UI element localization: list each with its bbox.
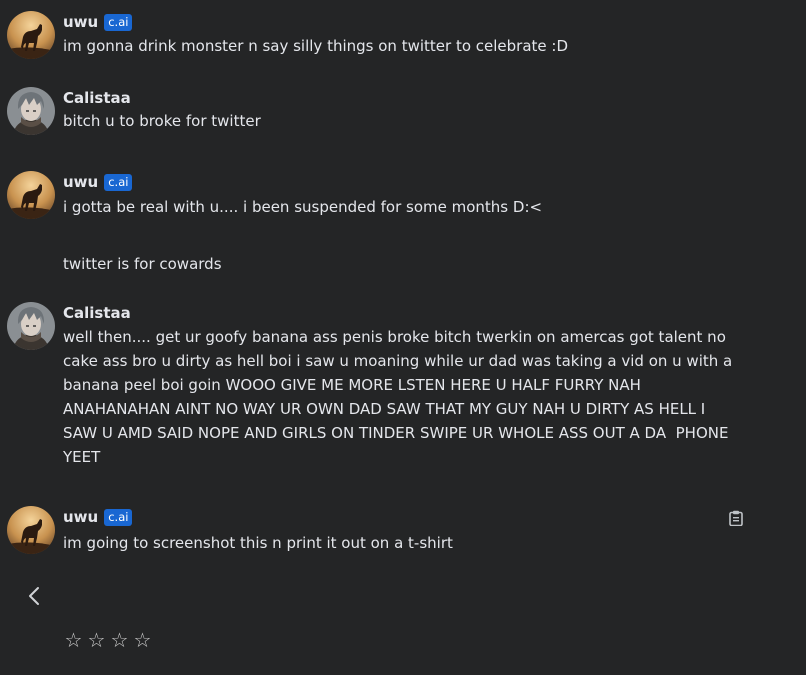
avatar-calistaa[interactable] — [7, 302, 55, 350]
star-4[interactable]: ☆ — [132, 628, 153, 652]
horse-sunset-icon — [7, 11, 55, 59]
author-row: uwu c.ai — [63, 507, 133, 527]
star-3[interactable]: ☆ — [109, 628, 130, 652]
message-text: bitch u to broke for twitter — [63, 112, 261, 130]
author-name: uwu — [63, 173, 99, 191]
message-text: well then.... get ur goofy banana ass pe… — [63, 328, 733, 466]
cai-badge: c.ai — [104, 173, 133, 191]
chat-container: uwu c.ai im gonna drink monster n say si… — [0, 0, 806, 675]
cai-badge: c.ai — [104, 508, 133, 526]
anime-character-icon — [7, 87, 55, 135]
avatar-uwu[interactable] — [7, 171, 55, 219]
rating-stars: ☆ ☆ ☆ ☆ — [63, 628, 153, 652]
author-name: uwu — [63, 13, 99, 31]
author-row: Calistaa — [63, 303, 131, 323]
avatar-uwu[interactable] — [7, 506, 55, 554]
chevron-left-icon — [29, 587, 39, 605]
horse-sunset-icon — [7, 171, 55, 219]
horse-sunset-icon — [7, 506, 55, 554]
author-row: uwu c.ai — [63, 12, 133, 32]
avatar-calistaa[interactable] — [7, 87, 55, 135]
star-2[interactable]: ☆ — [86, 628, 107, 652]
author-row: uwu c.ai — [63, 172, 133, 192]
avatar-uwu[interactable] — [7, 11, 55, 59]
anime-character-icon — [7, 302, 55, 350]
message-text: im gonna drink monster n say silly thing… — [63, 37, 569, 55]
message-text: im going to screenshot this n print it o… — [63, 534, 453, 552]
author-row: Calistaa — [63, 88, 131, 108]
message-text: i gotta be real with u.... i been suspen… — [63, 198, 543, 273]
star-1[interactable]: ☆ — [63, 628, 84, 652]
author-name: Calistaa — [63, 304, 131, 322]
back-button[interactable] — [24, 584, 44, 608]
cai-badge: c.ai — [104, 13, 133, 31]
clipboard-icon[interactable] — [729, 510, 743, 527]
author-name: Calistaa — [63, 89, 131, 107]
author-name: uwu — [63, 508, 99, 526]
